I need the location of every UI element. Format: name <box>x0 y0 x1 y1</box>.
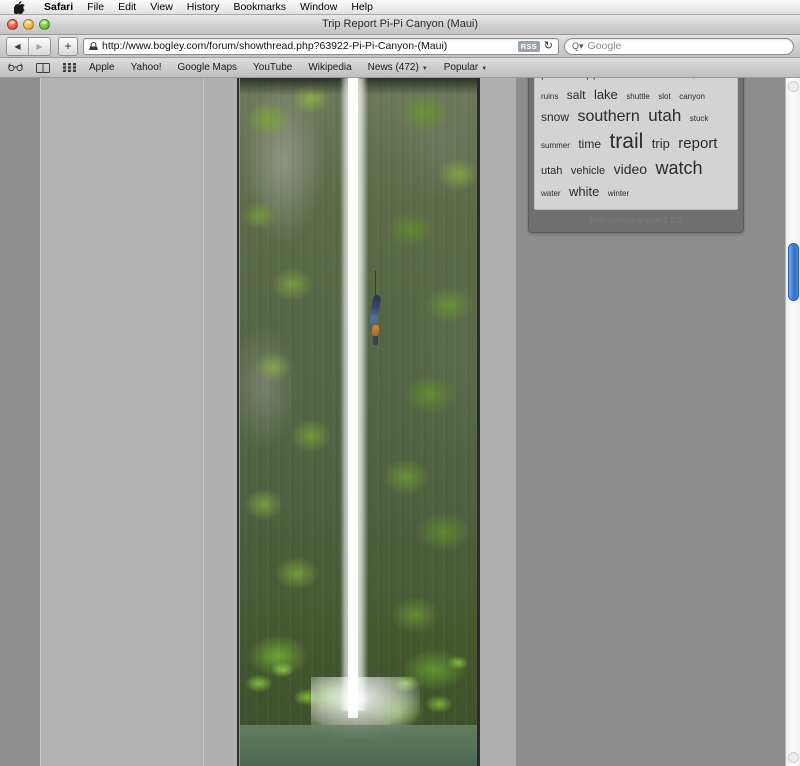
menu-item-bookmarks[interactable]: Bookmarks <box>226 0 293 14</box>
tag-trail[interactable]: trail <box>609 130 643 153</box>
menu-item-help[interactable]: Help <box>344 0 380 14</box>
tag-utah[interactable]: utah <box>541 165 562 177</box>
tag-salt[interactable]: salt <box>567 88 586 102</box>
tag-trip[interactable]: trip <box>652 136 670 151</box>
window-title: Trip Report Pi-Pi Canyon (Maui) <box>321 18 479 30</box>
post-right-column <box>480 78 516 766</box>
url-text: http://www.bogley.com/forum/showthread.p… <box>102 40 448 52</box>
minimize-button[interactable] <box>23 19 34 30</box>
tag-slot[interactable]: slot <box>658 92 670 101</box>
rappel-rope-icon <box>375 270 377 297</box>
menu-item-window[interactable]: Window <box>293 0 344 14</box>
bookmark-apple[interactable]: Apple <box>89 62 115 73</box>
close-button[interactable] <box>7 19 18 30</box>
book-icon[interactable] <box>36 62 50 73</box>
menu-item-edit[interactable]: Edit <box>111 0 143 14</box>
reload-icon[interactable]: ↻ <box>544 40 553 52</box>
tag-time[interactable]: time <box>578 137 601 151</box>
apple-logo-icon[interactable] <box>13 0 25 14</box>
canyoneer-body <box>369 294 382 326</box>
bookmark-label: Popular <box>443 62 479 73</box>
waterfall-photo[interactable] <box>240 78 477 766</box>
safari-window: Trip Report Pi-Pi Canyon (Maui) ◀ ▶ + ht… <box>0 15 800 766</box>
scrollbar-top-cap <box>788 81 799 92</box>
tag-lake[interactable]: lake <box>594 87 618 102</box>
vertical-scrollbar[interactable] <box>785 78 800 766</box>
chevron-down-icon: ▼ <box>421 65 428 72</box>
tag-summer[interactable]: summer <box>541 141 570 150</box>
bookmarks-bar: Apple Yahoo! Google Maps YouTube Wikiped… <box>0 58 800 78</box>
tag-southern[interactable]: southern <box>577 108 639 125</box>
post-left-column <box>203 78 237 766</box>
tag-video[interactable]: video <box>614 161 647 177</box>
menu-bar: Safari File Edit View History Bookmarks … <box>0 0 800 15</box>
tag-utah[interactable]: utah <box>648 106 681 125</box>
tag-vehicle[interactable]: vehicle <box>571 165 605 177</box>
tag-rocks[interactable]: rocks <box>641 78 677 81</box>
bookmark-label: Wikipedia <box>308 62 352 73</box>
address-bar[interactable]: http://www.bogley.com/forum/showthread.p… <box>83 37 559 55</box>
canyoneer-pack <box>371 324 380 337</box>
grid-icon[interactable] <box>63 63 76 72</box>
menu-item-safari[interactable]: Safari <box>37 0 80 14</box>
tag-cloud-list: point rappel river rocks rope ruins salt… <box>534 78 738 210</box>
chevron-down-icon: ▼ <box>481 65 488 72</box>
page-content: point rappel river rocks rope ruins salt… <box>0 78 800 766</box>
waterfall-stream <box>347 78 359 718</box>
bookmark-label: Google Maps <box>177 62 238 73</box>
scrollbar-bottom-cap <box>788 752 799 763</box>
bookmark-label: Yahoo! <box>130 62 162 73</box>
menu-item-file[interactable]: File <box>80 0 111 14</box>
add-bookmark-button[interactable]: + <box>58 36 78 56</box>
scrollbar-thumb[interactable] <box>788 243 799 301</box>
tag-shuttle[interactable]: shuttle <box>626 92 650 101</box>
page-left-gutter <box>0 78 40 766</box>
bookmark-news[interactable]: News (472) ▼ <box>368 62 428 73</box>
menu-item-history[interactable]: History <box>180 0 227 14</box>
browser-toolbar: ◀ ▶ + http://www.bogley.com/forum/showth… <box>0 35 800 58</box>
bookmark-google-maps[interactable]: Google Maps <box>178 62 237 73</box>
tag-point[interactable]: point <box>541 78 567 80</box>
bookmark-youtube[interactable]: YouTube <box>253 62 292 73</box>
tag-water[interactable]: water <box>541 189 561 198</box>
bookmark-yahoo[interactable]: Yahoo! <box>131 62 162 73</box>
post-divider-left <box>237 78 239 766</box>
tag-stuck[interactable]: stuck <box>690 114 709 123</box>
tag-report[interactable]: report <box>678 135 717 152</box>
tag-watch[interactable]: watch <box>656 158 703 178</box>
bookmark-wikipedia[interactable]: Wikipedia <box>308 62 351 73</box>
padlock-site-icon <box>87 40 99 52</box>
bookmark-popular[interactable]: Popular ▼ <box>444 62 487 73</box>
rss-badge[interactable]: RSS <box>517 40 540 52</box>
tag-rappel[interactable]: rappel <box>575 78 608 80</box>
tag-white[interactable]: white <box>569 184 599 199</box>
window-titlebar[interactable]: Trip Report Pi-Pi Canyon (Maui) <box>0 15 800 35</box>
reading-glasses-icon[interactable] <box>8 63 23 72</box>
tag-canyon[interactable]: canyon <box>679 92 705 101</box>
tag-cloud-footer: Everywhere global 1.5.1 <box>589 215 683 225</box>
tag-rope[interactable]: rope <box>686 78 702 79</box>
search-input[interactable]: Q▾ Google <box>564 37 794 55</box>
zoom-button[interactable] <box>39 19 50 30</box>
screen: Safari File Edit View History Bookmarks … <box>0 0 800 766</box>
menu-item-view[interactable]: View <box>143 0 180 14</box>
bookmark-label: Apple <box>89 62 115 73</box>
canyoneer-legs <box>373 335 379 345</box>
tag-river[interactable]: river <box>617 78 633 79</box>
tag-cloud-widget: point rappel river rocks rope ruins salt… <box>528 78 744 233</box>
bookmark-label: News (472) <box>367 62 419 73</box>
tag-snow[interactable]: snow <box>541 110 569 124</box>
back-button[interactable]: ◀ <box>7 38 28 55</box>
search-icon: Q▾ <box>572 40 584 51</box>
page-body-column <box>40 78 203 766</box>
tag-ruins[interactable]: ruins <box>541 92 558 101</box>
tag-winter[interactable]: winter <box>608 189 629 198</box>
rappelling-canyoneer <box>369 270 383 347</box>
waterfall-pool <box>240 724 477 766</box>
window-controls <box>7 19 50 30</box>
navigation-buttons: ◀ ▶ <box>6 36 51 56</box>
forward-button[interactable]: ▶ <box>28 37 50 55</box>
bookmark-label: YouTube <box>253 62 293 73</box>
search-placeholder: Google <box>587 40 622 52</box>
